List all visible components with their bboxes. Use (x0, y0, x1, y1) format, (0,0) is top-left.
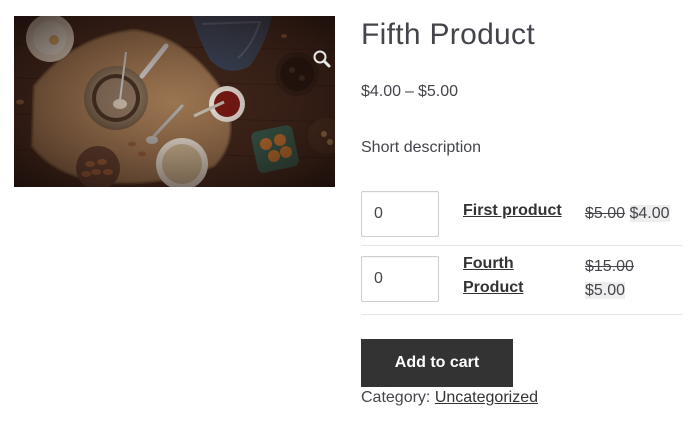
category-link[interactable]: Uncategorized (435, 389, 538, 406)
quantity-input[interactable] (361, 191, 439, 237)
product-title: Fifth Product (361, 18, 535, 51)
grouped-products-table: First product $5.00 $4.00 Fourth Product… (361, 180, 683, 315)
regular-price: $5.00 (585, 205, 626, 222)
product-image[interactable] (14, 16, 335, 187)
grouped-product-price: $15.00 $5.00 (585, 255, 655, 303)
product-gallery[interactable] (14, 16, 335, 187)
zoom-icon[interactable] (311, 48, 333, 70)
price-range: $4.00– $5.00 (361, 83, 458, 101)
category-label: Category: (361, 389, 431, 406)
add-to-cart-button[interactable]: Add to cart (361, 339, 513, 387)
short-description: Short description (361, 139, 482, 156)
grouped-product-link[interactable]: First product (463, 199, 573, 223)
grouped-product-row: Fourth Product $15.00 $5.00 (361, 246, 683, 315)
product-category: Category: Uncategorized (361, 389, 538, 407)
quantity-input[interactable] (361, 256, 439, 302)
regular-price: $15.00 (585, 258, 634, 275)
price-min: $4.00 (361, 83, 402, 100)
sale-price: $4.00 (629, 205, 670, 222)
price-max: $5.00 (417, 83, 458, 100)
sale-price: $5.00 (585, 282, 626, 299)
grouped-product-link[interactable]: Fourth Product (463, 252, 535, 300)
price-separator: – (405, 83, 414, 100)
grouped-product-price: $5.00 $4.00 (585, 202, 670, 226)
grouped-product-row: First product $5.00 $4.00 (361, 180, 683, 246)
